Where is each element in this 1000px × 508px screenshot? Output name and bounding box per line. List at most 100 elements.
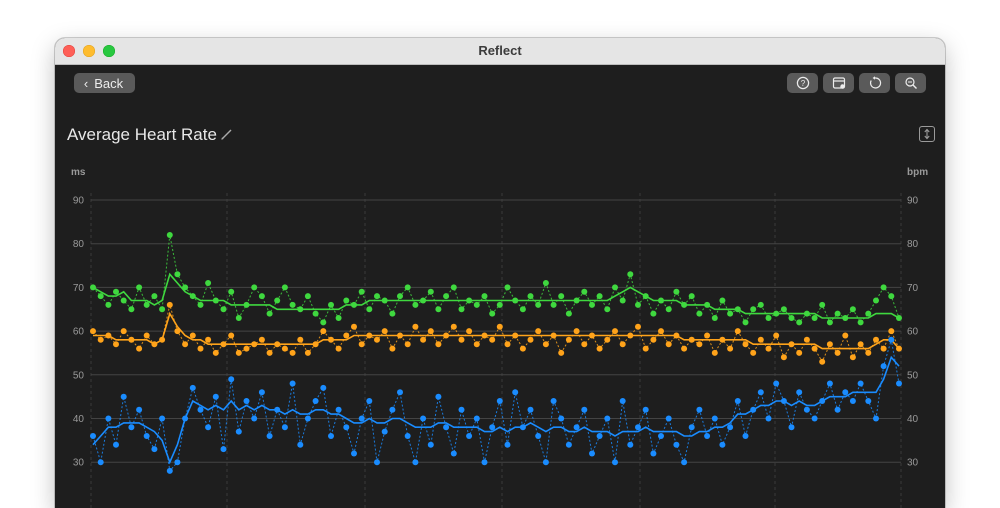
blue-data-point <box>358 415 365 422</box>
green-data-point <box>389 310 396 317</box>
blue-data-point <box>243 398 250 404</box>
blue-trend-line <box>92 355 900 465</box>
orange-data-point <box>796 349 803 356</box>
orange-data-point <box>681 345 688 352</box>
blue-data-point <box>642 406 649 413</box>
orange-data-point <box>266 349 273 356</box>
green-data-point <box>696 310 703 317</box>
blue-data-point <box>519 424 526 431</box>
green-data-point <box>289 301 296 308</box>
orange-data-point <box>151 341 158 348</box>
orange-data-point <box>113 341 119 348</box>
blue-data-point <box>773 380 780 387</box>
green-data-point <box>780 306 787 313</box>
orange-data-point <box>604 336 611 343</box>
orange-data-point <box>535 328 542 335</box>
blue-data-point <box>258 389 265 396</box>
title-bar: Reflect <box>55 38 945 65</box>
blue-data-point <box>90 433 96 439</box>
blue-data-point <box>681 459 688 466</box>
orange-data-point <box>159 336 166 343</box>
blue-data-point <box>205 424 212 431</box>
orange-data-point <box>750 349 757 356</box>
green-data-point <box>496 301 503 308</box>
green-data-point <box>711 315 718 321</box>
blue-data-point <box>750 406 757 413</box>
green-data-point <box>97 293 104 300</box>
orange-data-point <box>719 336 726 343</box>
green-data-point <box>381 297 388 304</box>
orange-data-point <box>711 349 718 356</box>
green-data-point <box>734 306 741 313</box>
y-tick-label-left: 90 <box>73 196 85 207</box>
blue-data-point <box>397 389 403 396</box>
blue-data-point <box>573 424 580 431</box>
blue-data-point <box>658 433 664 439</box>
green-data-point <box>335 315 342 321</box>
blue-data-point <box>166 467 173 474</box>
orange-data-point <box>320 328 327 335</box>
orange-data-point <box>343 332 350 339</box>
green-data-point <box>251 284 258 291</box>
orange-data-point <box>274 341 281 348</box>
blue-data-point <box>742 433 749 439</box>
green-data-point <box>404 284 411 291</box>
green-data-point <box>481 293 488 300</box>
main-content: ‹ Back ? Average Heart Rate ms bpm 90 90… <box>55 65 945 508</box>
green-data-point <box>420 297 427 304</box>
blue-data-point <box>443 424 450 431</box>
orange-data-point <box>811 345 818 352</box>
blue-data-point <box>849 398 856 404</box>
green-data-point <box>803 310 810 317</box>
green-data-point <box>826 319 833 326</box>
green-data-point <box>443 293 450 300</box>
orange-data-point <box>189 332 196 339</box>
green-data-point <box>880 284 887 291</box>
blue-data-point <box>627 441 634 448</box>
orange-data-point <box>619 341 626 348</box>
green-data-point <box>665 306 672 313</box>
blue-data-point <box>589 450 595 457</box>
orange-data-point <box>105 332 112 339</box>
blue-data-point <box>128 424 135 431</box>
green-data-point <box>489 310 496 317</box>
blue-data-point <box>120 393 127 400</box>
orange-data-point <box>780 354 787 361</box>
blue-data-point <box>604 415 611 422</box>
orange-data-point <box>642 345 649 352</box>
blue-data-point <box>765 415 772 422</box>
green-data-point <box>558 293 565 300</box>
green-data-point <box>328 301 334 308</box>
orange-data-point <box>842 332 849 339</box>
blue-data-point <box>896 380 902 387</box>
y-tick-label-left: 60 <box>73 327 85 338</box>
green-data-point <box>189 293 196 300</box>
blue-data-point <box>489 424 496 431</box>
y-tick-label-right: 30 <box>907 458 919 469</box>
orange-data-point <box>481 332 488 339</box>
blue-data-point <box>619 398 626 404</box>
blue-data-point <box>596 433 603 439</box>
blue-data-point <box>251 415 258 422</box>
y-tick-label-left: 40 <box>73 414 85 425</box>
y-tick-label-right: 60 <box>907 327 919 338</box>
blue-data-point <box>266 433 273 439</box>
blue-data-point <box>473 415 480 422</box>
orange-data-point <box>251 341 258 348</box>
blue-data-point <box>220 446 227 453</box>
blue-data-point <box>389 406 396 413</box>
blue-data-point <box>581 406 588 413</box>
orange-data-point <box>573 328 580 335</box>
green-data-point <box>627 271 634 278</box>
blue-data-point <box>374 459 380 466</box>
green-data-point <box>450 284 457 291</box>
blue-data-point <box>159 415 166 422</box>
green-data-point <box>274 297 281 304</box>
green-data-point <box>519 306 526 313</box>
orange-data-point <box>220 341 227 348</box>
green-data-point <box>435 306 442 313</box>
blue-data-point <box>212 393 219 400</box>
blue-data-point <box>696 406 703 413</box>
orange-data-point <box>519 345 526 352</box>
green-data-point <box>642 293 649 300</box>
